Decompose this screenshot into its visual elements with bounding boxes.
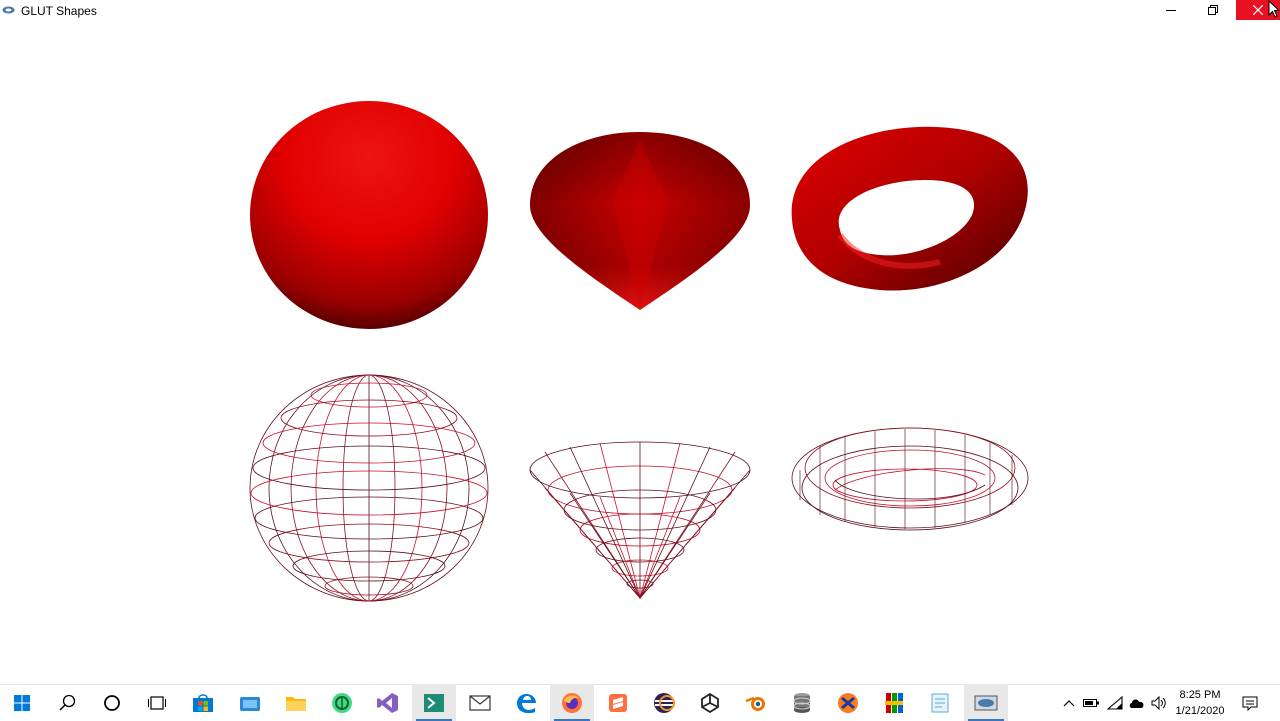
folder-app-icon	[240, 697, 260, 711]
cloud-icon	[1129, 699, 1144, 708]
taskbar: 8:25 PM 1/21/2020	[0, 684, 1280, 721]
mail-icon	[469, 695, 491, 711]
window-title: GLUT Shapes	[21, 4, 97, 18]
solid-sphere	[250, 101, 488, 329]
taskbar-winrar[interactable]	[872, 685, 916, 721]
title-bar[interactable]: GLUT Shapes	[0, 0, 1280, 22]
close-icon	[1253, 5, 1263, 15]
winrar-icon	[885, 693, 903, 713]
blender-icon	[745, 696, 765, 711]
cortana-icon	[104, 695, 120, 711]
taskbar-visual-studio[interactable]	[366, 685, 410, 721]
search-icon	[59, 694, 76, 711]
taskbar-file-explorer[interactable]	[274, 685, 318, 721]
minimize-button[interactable]	[1150, 0, 1192, 20]
solid-torus	[791, 126, 1028, 291]
tray-battery[interactable]	[1080, 685, 1102, 721]
tray-overflow-button[interactable]	[1058, 685, 1080, 721]
wifi-icon	[1107, 696, 1123, 710]
taskbar-firefox[interactable]	[550, 685, 594, 721]
start-button[interactable]	[0, 685, 44, 721]
start-icon	[14, 695, 30, 711]
taskbar-clock[interactable]: 8:25 PM 1/21/2020	[1170, 687, 1230, 719]
app-icon	[2, 6, 15, 14]
task-view-icon	[148, 696, 166, 710]
restore-icon	[1208, 5, 1218, 15]
task-view-button[interactable]	[135, 685, 179, 721]
taskbar-android-studio[interactable]	[320, 685, 364, 721]
eclipse-icon	[654, 693, 675, 713]
xampp-icon	[838, 693, 858, 713]
minimize-icon	[1166, 10, 1176, 11]
notepad-icon	[931, 693, 949, 713]
taskbar-xampp[interactable]	[826, 685, 870, 721]
taskbar-edge[interactable]	[504, 685, 548, 721]
action-center-button[interactable]	[1238, 685, 1262, 721]
clock-date: 1/21/2020	[1175, 705, 1225, 717]
taskbar-folder-app[interactable]	[228, 685, 272, 721]
taskbar-database[interactable]	[780, 685, 824, 721]
taskbar-mail[interactable]	[458, 685, 502, 721]
taskbar-store[interactable]	[181, 685, 225, 721]
tray-wifi[interactable]	[1104, 685, 1126, 721]
notification-icon	[1242, 696, 1258, 711]
taskbar-glut-app[interactable]	[964, 685, 1008, 721]
wire-torus	[791, 427, 1029, 531]
restore-button[interactable]	[1192, 0, 1234, 20]
edge-icon	[517, 694, 536, 713]
solid-cone	[530, 132, 750, 310]
unity-icon	[701, 693, 719, 713]
gl-canvas[interactable]	[0, 22, 1280, 684]
battery-icon	[1083, 699, 1099, 707]
powershell-icon	[424, 694, 444, 712]
volume-icon	[1151, 696, 1166, 710]
wire-sphere	[249, 374, 489, 602]
glut-app-icon	[974, 695, 998, 711]
taskbar-notepad[interactable]	[918, 685, 962, 721]
file-explorer-icon	[286, 697, 306, 711]
taskbar-blender[interactable]	[734, 685, 778, 721]
firefox-icon	[562, 693, 582, 713]
search-button[interactable]	[46, 685, 90, 721]
visual-studio-icon	[377, 693, 398, 713]
taskbar-powershell[interactable]	[412, 685, 456, 721]
clock-time: 8:25 PM	[1179, 689, 1221, 701]
wire-cone	[529, 441, 751, 600]
tray-volume[interactable]	[1148, 685, 1170, 721]
android-studio-icon	[332, 693, 352, 713]
cortana-button[interactable]	[90, 685, 134, 721]
tray-cloud[interactable]	[1126, 685, 1148, 721]
sublime-icon	[609, 694, 627, 712]
chevron-up-icon	[1063, 700, 1075, 707]
shapes-scene	[249, 101, 1029, 602]
mouse-cursor-icon	[1268, 0, 1280, 18]
taskbar-eclipse[interactable]	[642, 685, 686, 721]
store-icon	[193, 694, 213, 712]
taskbar-sublime[interactable]	[596, 685, 640, 721]
database-icon	[793, 693, 811, 713]
taskbar-unity[interactable]	[688, 685, 732, 721]
